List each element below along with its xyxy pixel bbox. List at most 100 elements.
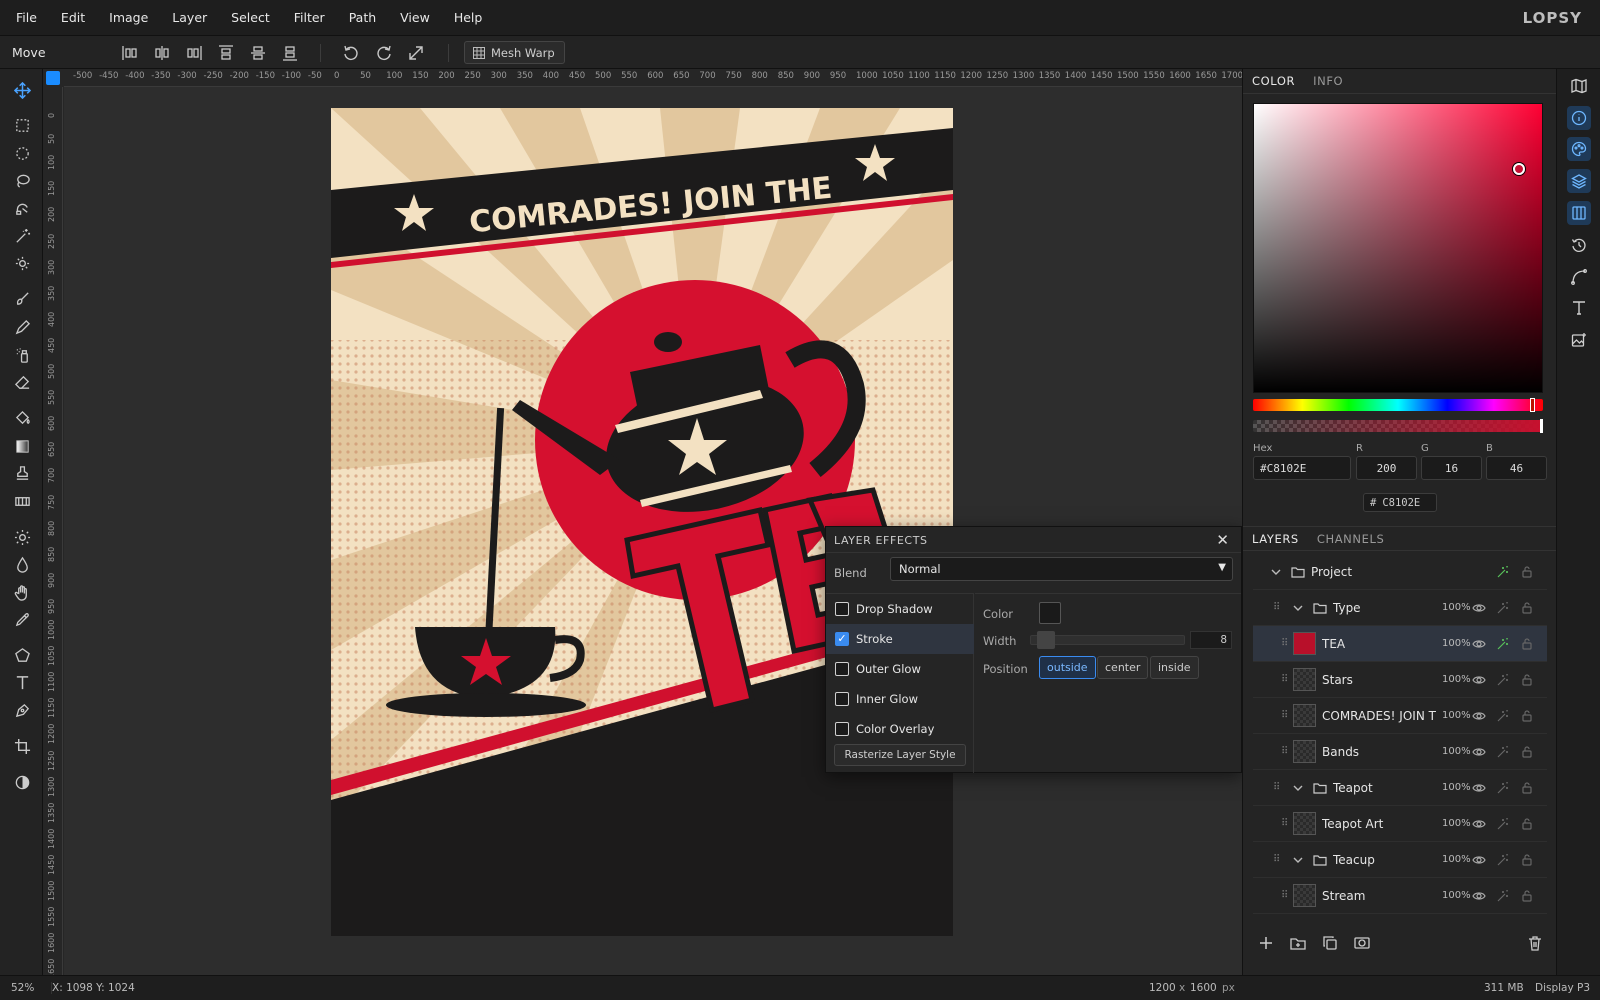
close-icon[interactable]: ✕ bbox=[1216, 531, 1229, 549]
dodge-icon[interactable] bbox=[9, 524, 35, 550]
move-tool-icon[interactable] bbox=[9, 77, 35, 103]
brush-icon[interactable] bbox=[9, 286, 35, 312]
eye-icon[interactable] bbox=[1472, 781, 1486, 795]
palette-icon[interactable] bbox=[1567, 137, 1591, 161]
fx-icon[interactable] bbox=[1496, 817, 1510, 831]
saturation-value-field[interactable] bbox=[1253, 103, 1543, 393]
blur-drop-icon[interactable] bbox=[9, 551, 35, 577]
fx-icon[interactable] bbox=[1496, 745, 1510, 759]
drop-shadow-checkbox[interactable] bbox=[835, 602, 849, 616]
inner-glow-checkbox[interactable] bbox=[835, 692, 849, 706]
menu-edit[interactable]: Edit bbox=[49, 10, 97, 25]
lock-icon[interactable] bbox=[1520, 673, 1534, 687]
menu-help[interactable]: Help bbox=[442, 10, 495, 25]
layer-group-row[interactable]: ⠿ Teacup 100% bbox=[1253, 842, 1547, 878]
pattern-icon[interactable] bbox=[9, 488, 35, 514]
eye-icon[interactable] bbox=[1472, 637, 1486, 651]
fx-icon[interactable] bbox=[1496, 673, 1510, 687]
layer-opacity[interactable]: 100% bbox=[1442, 782, 1471, 793]
layers-icon[interactable] bbox=[1567, 169, 1591, 193]
eye-icon[interactable] bbox=[1472, 889, 1486, 903]
magnetic-lasso-icon[interactable] bbox=[9, 195, 35, 221]
align-center-h-icon[interactable] bbox=[152, 43, 172, 63]
eye-icon[interactable] bbox=[1472, 673, 1486, 687]
stroke-color-swatch[interactable] bbox=[1039, 602, 1061, 624]
effect-inner-glow[interactable]: Inner Glow bbox=[826, 684, 974, 714]
tab-layers[interactable]: LAYERS bbox=[1243, 527, 1308, 550]
rotate-cw-icon[interactable] bbox=[374, 43, 394, 63]
pencil-icon[interactable] bbox=[9, 314, 35, 340]
history-icon[interactable] bbox=[1567, 233, 1591, 257]
lock-icon[interactable] bbox=[1520, 745, 1534, 759]
color-picker-handle[interactable] bbox=[1513, 163, 1525, 175]
stroke-checkbox[interactable]: ✓ bbox=[835, 632, 849, 646]
magic-wand-icon[interactable] bbox=[9, 223, 35, 249]
menu-view[interactable]: View bbox=[388, 10, 442, 25]
drag-handle-icon[interactable]: ⠿ bbox=[1273, 782, 1281, 794]
gradient-icon[interactable] bbox=[9, 433, 35, 459]
layer-opacity[interactable]: 100% bbox=[1442, 746, 1471, 757]
lock-icon[interactable] bbox=[1520, 637, 1534, 651]
trash-icon[interactable] bbox=[1526, 934, 1544, 952]
layer-opacity[interactable]: 100% bbox=[1442, 710, 1471, 721]
hue-slider[interactable] bbox=[1253, 399, 1543, 411]
align-right-icon[interactable] bbox=[184, 43, 204, 63]
menu-file[interactable]: File bbox=[0, 10, 49, 25]
chevron-down-icon[interactable] bbox=[1293, 782, 1303, 792]
ellipse-select-icon[interactable] bbox=[9, 140, 35, 166]
align-bottom-icon[interactable] bbox=[280, 43, 300, 63]
paint-bucket-icon[interactable] bbox=[9, 405, 35, 431]
drag-handle-icon[interactable]: ⠿ bbox=[1281, 818, 1289, 830]
lock-icon[interactable] bbox=[1520, 853, 1534, 867]
drag-handle-icon[interactable]: ⠿ bbox=[1273, 854, 1281, 866]
lock-icon[interactable] bbox=[1520, 709, 1534, 723]
map-icon[interactable] bbox=[1567, 74, 1591, 98]
menu-filter[interactable]: Filter bbox=[282, 10, 337, 25]
alpha-slider[interactable] bbox=[1253, 420, 1543, 432]
hex-chip[interactable]: # C8102E bbox=[1363, 493, 1437, 512]
drag-handle-icon[interactable]: ⠿ bbox=[1273, 602, 1281, 614]
fx-icon[interactable] bbox=[1496, 781, 1510, 795]
position-inside-button[interactable]: inside bbox=[1150, 656, 1199, 679]
tab-color[interactable]: COLOR bbox=[1243, 69, 1304, 93]
polygon-icon[interactable] bbox=[9, 642, 35, 668]
tab-channels[interactable]: CHANNELS bbox=[1308, 527, 1394, 550]
fx-icon[interactable] bbox=[1496, 889, 1510, 903]
hand-icon[interactable] bbox=[9, 579, 35, 605]
tab-info[interactable]: INFO bbox=[1304, 69, 1352, 93]
layer-group-row[interactable]: ⠿ Type 100% bbox=[1253, 590, 1547, 626]
info-icon[interactable] bbox=[1567, 106, 1591, 130]
expand-icon[interactable] bbox=[406, 43, 426, 63]
fx-icon[interactable] bbox=[1496, 601, 1510, 615]
layer-row[interactable]: ⠿ Teapot Art 100% bbox=[1253, 806, 1547, 842]
image-add-icon[interactable] bbox=[1567, 328, 1591, 352]
layer-row[interactable]: ⠿ TEA 100% bbox=[1253, 626, 1547, 662]
position-outside-button[interactable]: outside bbox=[1039, 656, 1096, 679]
g-input[interactable]: 16 bbox=[1421, 456, 1482, 480]
effect-outer-glow[interactable]: Outer Glow bbox=[826, 654, 974, 684]
layer-opacity[interactable]: 100% bbox=[1442, 638, 1471, 649]
channels-icon[interactable] bbox=[1567, 201, 1591, 225]
lock-icon[interactable] bbox=[1520, 889, 1534, 903]
effect-color-overlay[interactable]: Color Overlay bbox=[826, 714, 974, 744]
hue-slider-handle[interactable] bbox=[1530, 398, 1535, 412]
layer-opacity[interactable]: 100% bbox=[1442, 818, 1471, 829]
eye-icon[interactable] bbox=[1472, 709, 1486, 723]
stroke-width-input[interactable]: 8 bbox=[1190, 631, 1232, 649]
drag-handle-icon[interactable]: ⠿ bbox=[1281, 890, 1289, 902]
outer-glow-checkbox[interactable] bbox=[835, 662, 849, 676]
stroke-width-slider-handle[interactable] bbox=[1037, 631, 1055, 649]
layer-opacity[interactable]: 100% bbox=[1442, 854, 1471, 865]
fx-icon[interactable] bbox=[1496, 637, 1510, 651]
crop-icon[interactable] bbox=[9, 733, 35, 759]
eyedropper-icon[interactable] bbox=[9, 606, 35, 632]
fx-icon[interactable] bbox=[1496, 709, 1510, 723]
align-top-icon[interactable] bbox=[216, 43, 236, 63]
layer-opacity[interactable]: 100% bbox=[1442, 602, 1471, 613]
drag-handle-icon[interactable]: ⠿ bbox=[1281, 674, 1289, 686]
eye-icon[interactable] bbox=[1472, 601, 1486, 615]
eraser-icon[interactable] bbox=[9, 369, 35, 395]
fx-icon[interactable] bbox=[1496, 565, 1510, 579]
color-overlay-checkbox[interactable] bbox=[835, 722, 849, 736]
menu-image[interactable]: Image bbox=[97, 10, 160, 25]
